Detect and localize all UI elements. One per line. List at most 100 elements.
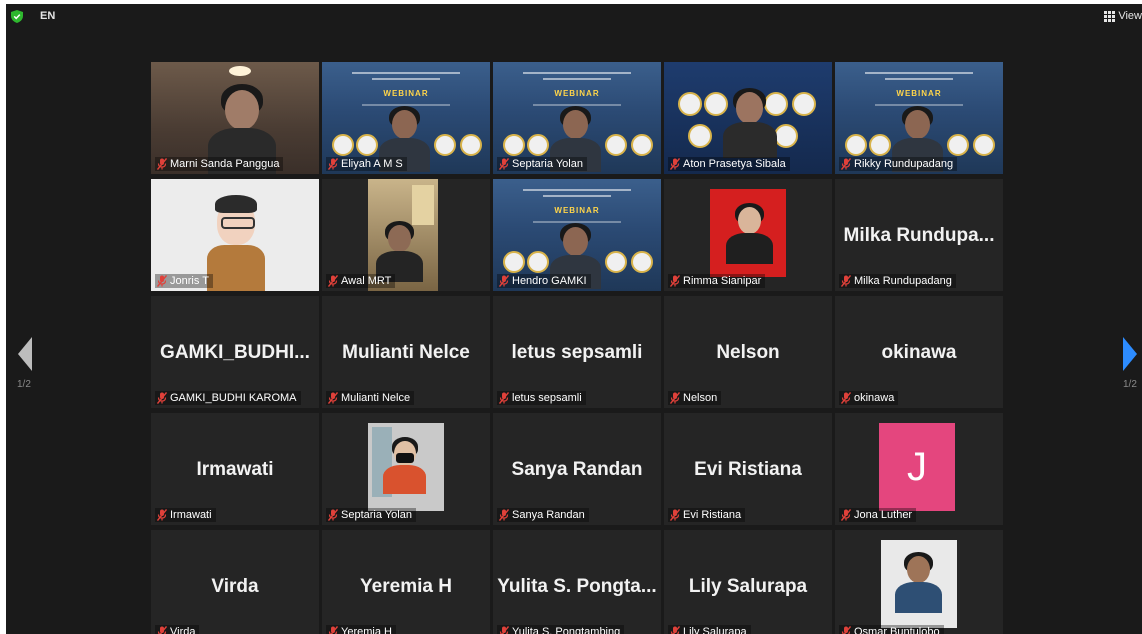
participant-tile[interactable]: GAMKI_BUDHI... GAMKI_BUDHI KAROMA: [151, 296, 319, 408]
participant-name-label: Yeremia H: [326, 625, 396, 634]
participant-name: Septaria Yolan: [512, 158, 583, 170]
mic-muted-icon[interactable]: [157, 158, 167, 170]
participant-tile[interactable]: Mulianti Nelce Mulianti Nelce: [322, 296, 490, 408]
participant-tile[interactable]: WEBINAR Hendro GAMKI: [493, 179, 661, 291]
participant-name-label: Osmar Buntulobo: [839, 625, 944, 634]
participant-tile[interactable]: Marni Sanda Panggua: [151, 62, 319, 174]
webinar-headline: WEBINAR: [554, 206, 600, 215]
participant-tile[interactable]: Aton Prasetya Sibala: [664, 62, 832, 174]
participant-display-name: Yulita S. Pongta...: [497, 576, 657, 597]
next-page-arrow-icon[interactable]: [1123, 337, 1137, 371]
mic-muted-icon[interactable]: [328, 626, 338, 634]
mic-muted-icon[interactable]: [328, 392, 338, 404]
participant-tile[interactable]: Osmar Buntulobo: [835, 530, 1003, 634]
participant-name: Hendro GAMKI: [512, 275, 587, 287]
participant-name-label: Hendro GAMKI: [497, 274, 591, 288]
mic-muted-icon[interactable]: [499, 392, 509, 404]
participant-name-label: Irmawati: [155, 508, 216, 522]
mic-muted-icon[interactable]: [670, 509, 680, 521]
previous-page-arrow-icon[interactable]: [18, 337, 32, 371]
mic-muted-icon[interactable]: [670, 392, 680, 404]
participant-tile[interactable]: Irmawati Irmawati: [151, 413, 319, 525]
participant-tile[interactable]: letus sepsamli letus sepsamli: [493, 296, 661, 408]
participant-initial-avatar: J: [879, 423, 955, 511]
mic-muted-icon[interactable]: [157, 626, 167, 634]
webinar-headline: WEBINAR: [383, 89, 429, 98]
participant-display-name: Milka Rundupa...: [843, 225, 995, 246]
participant-tile[interactable]: Yulita S. Pongta... Yulita S. Pongtambing: [493, 530, 661, 634]
mic-muted-icon[interactable]: [328, 275, 338, 287]
mic-muted-icon[interactable]: [670, 158, 680, 170]
mic-muted-icon[interactable]: [157, 275, 167, 287]
participant-display-name: GAMKI_BUDHI...: [160, 342, 310, 363]
participant-tile[interactable]: WEBINAR Septaria Yolan: [493, 62, 661, 174]
participant-name: Rimma Sianipar: [683, 275, 762, 287]
participant-name: Jona Luther: [854, 509, 913, 521]
mic-muted-icon[interactable]: [499, 509, 509, 521]
shield-icon[interactable]: [11, 10, 23, 23]
view-label: View: [1118, 10, 1142, 22]
participant-name-label: Rimma Sianipar: [668, 274, 766, 288]
participant-tile[interactable]: Evi Ristiana Evi Ristiana: [664, 413, 832, 525]
participant-tile[interactable]: Awal MRT: [322, 179, 490, 291]
participant-name-label: Septaria Yolan: [497, 157, 587, 171]
participant-tile[interactable]: Jonris T: [151, 179, 319, 291]
webinar-headline: WEBINAR: [896, 89, 942, 98]
mic-muted-icon[interactable]: [499, 275, 509, 287]
mic-muted-icon[interactable]: [328, 509, 338, 521]
participant-tile[interactable]: Nelson Nelson: [664, 296, 832, 408]
participant-name: Lily Salurapa: [683, 626, 747, 634]
participant-name: Septaria Yolan: [341, 509, 412, 521]
participant-tile[interactable]: Virda Virda: [151, 530, 319, 634]
participant-name: Eliyah A M S: [341, 158, 403, 170]
mic-muted-icon[interactable]: [841, 158, 851, 170]
participant-name-label: okinawa: [839, 391, 899, 405]
mic-muted-icon[interactable]: [157, 509, 167, 521]
mic-muted-icon[interactable]: [328, 158, 338, 170]
grid-view-icon: [1104, 10, 1116, 22]
participant-name-label: Milka Rundupadang: [839, 274, 956, 288]
participant-tile[interactable]: Rimma Sianipar: [664, 179, 832, 291]
participant-name: letus sepsamli: [512, 392, 582, 404]
participant-display-name: Virda: [211, 576, 259, 597]
participant-display-name: letus sepsamli: [511, 342, 643, 363]
mic-muted-icon[interactable]: [499, 626, 509, 634]
participant-tile[interactable]: okinawa okinawa: [835, 296, 1003, 408]
participant-name-label: GAMKI_BUDHI KAROMA: [155, 391, 301, 405]
participant-name: Milka Rundupadang: [854, 275, 952, 287]
participant-tile[interactable]: Yeremia H Yeremia H: [322, 530, 490, 634]
participant-name-label: Jonris T: [155, 274, 213, 288]
participant-tile[interactable]: WEBINAR Eliyah A M S: [322, 62, 490, 174]
mic-muted-icon[interactable]: [841, 509, 851, 521]
mic-muted-icon[interactable]: [157, 392, 167, 404]
mic-muted-icon[interactable]: [841, 626, 851, 634]
participant-name: Marni Sanda Panggua: [170, 158, 280, 170]
participant-name-label: Awal MRT: [326, 274, 396, 288]
participant-display-name: Evi Ristiana: [694, 459, 802, 480]
participant-tile[interactable]: Lily Salurapa Lily Salurapa: [664, 530, 832, 634]
mic-muted-icon[interactable]: [499, 158, 509, 170]
participant-tile[interactable]: J Jona Luther: [835, 413, 1003, 525]
participant-display-name: Lily Salurapa: [688, 576, 808, 597]
participant-name: Rikky Rundupadang: [854, 158, 954, 170]
view-button[interactable]: View: [1104, 10, 1142, 22]
participant-tile[interactable]: Septaria Yolan: [322, 413, 490, 525]
participant-name-label: Marni Sanda Panggua: [155, 157, 284, 171]
participant-name: okinawa: [854, 392, 895, 404]
participant-display-name: Irmawati: [196, 459, 274, 480]
participant-tile[interactable]: WEBINAR Rikky Rundupadang: [835, 62, 1003, 174]
participant-display-name: Yeremia H: [360, 576, 452, 597]
participant-name-label: Evi Ristiana: [668, 508, 746, 522]
mic-muted-icon[interactable]: [670, 626, 680, 634]
page-indicator-left: 1/2: [17, 379, 31, 390]
participant-display-name: Sanya Randan: [511, 459, 643, 480]
participant-tile[interactable]: Milka Rundupa... Milka Rundupadang: [835, 179, 1003, 291]
mic-muted-icon[interactable]: [841, 275, 851, 287]
language-indicator[interactable]: EN: [40, 10, 55, 22]
mic-muted-icon[interactable]: [670, 275, 680, 287]
zoom-meeting-window: EN View 1/2 1/2 Marni Sanda Panggua WEBIN…: [6, 4, 1142, 634]
participant-name: Irmawati: [170, 509, 212, 521]
mic-muted-icon[interactable]: [841, 392, 851, 404]
participant-tile[interactable]: Sanya Randan Sanya Randan: [493, 413, 661, 525]
participant-name-label: Eliyah A M S: [326, 157, 407, 171]
